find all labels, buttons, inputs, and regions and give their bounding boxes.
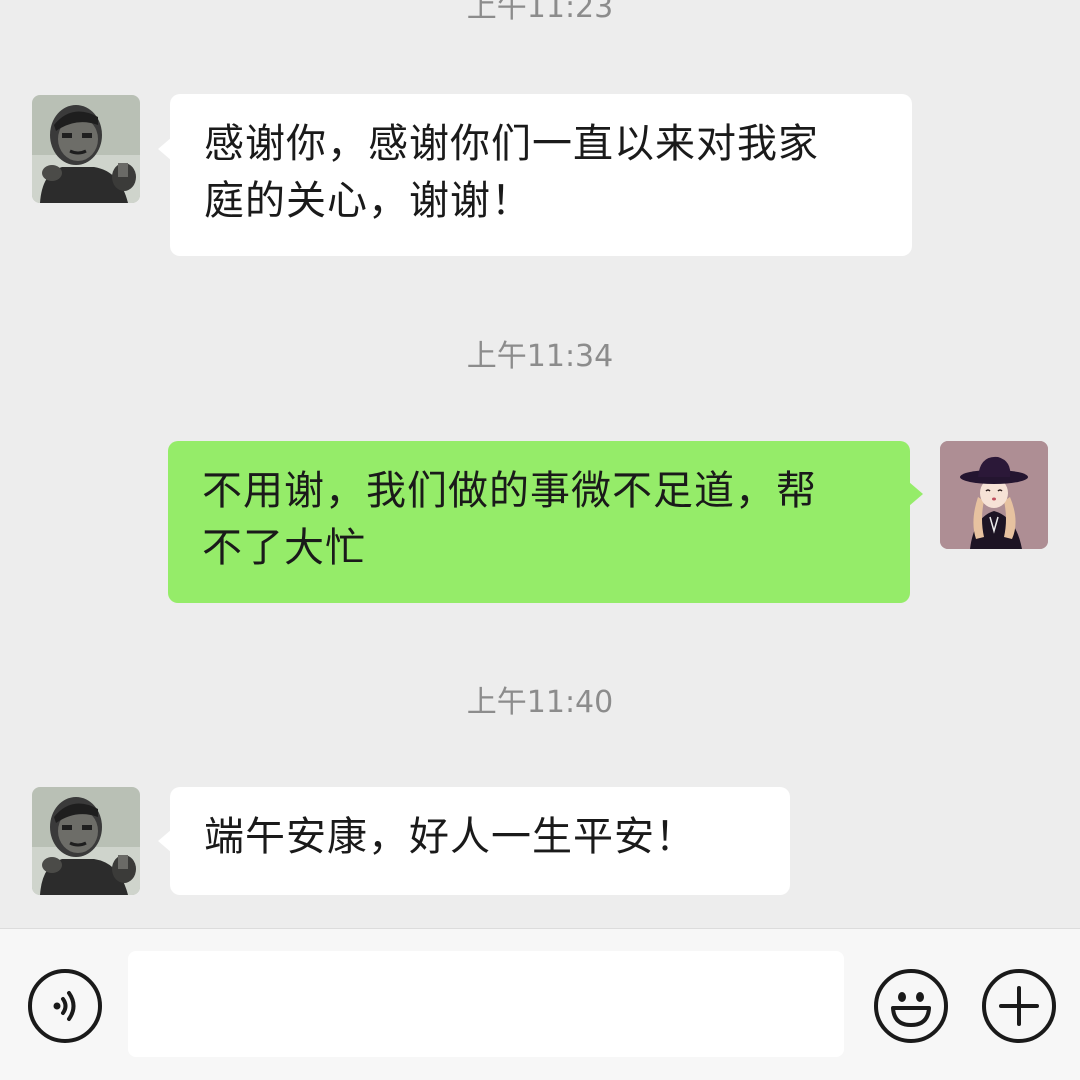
incoming-message-bubble[interactable]: 感谢你，感谢你们一直以来对我家 庭的关心，谢谢！	[170, 94, 912, 256]
girl-avatar-image	[940, 441, 1048, 549]
more-button[interactable]	[982, 969, 1056, 1043]
plus-icon	[999, 986, 1039, 1026]
message-line: 庭的关心，谢谢！	[204, 178, 532, 224]
contact-avatar[interactable]	[32, 787, 140, 895]
incoming-message-bubble[interactable]: 端午安康，好人一生平安！	[170, 787, 790, 895]
voice-button[interactable]	[28, 969, 102, 1043]
my-avatar[interactable]	[940, 441, 1048, 549]
message-line: 感谢你，感谢你们一直以来对我家	[204, 121, 819, 167]
timestamp: 上午11:23	[466, 0, 614, 25]
emoji-icon	[891, 992, 931, 1027]
contact-avatar[interactable]	[32, 95, 140, 203]
emoji-button[interactable]	[874, 969, 948, 1043]
man-avatar-image	[32, 95, 140, 203]
timestamp: 上午11:34	[466, 339, 614, 374]
message-line: 不用谢，我们做的事微不足道，帮	[202, 468, 817, 514]
man-avatar-image	[32, 787, 140, 895]
message-input[interactable]	[128, 951, 844, 1057]
bubble-tail	[909, 482, 923, 506]
message-line: 不了大忙	[202, 525, 366, 571]
voice-icon	[53, 991, 76, 1021]
input-bar	[0, 928, 1080, 1080]
chat-message-list[interactable]: 上午11:23 感谢你，感谢你们一直以来对我家 庭的关心，谢谢！ 上午11:34…	[0, 0, 1080, 928]
timestamp: 上午11:40	[466, 685, 614, 720]
message-line: 端午安康，好人一生平安！	[204, 814, 696, 860]
outgoing-message-bubble[interactable]: 不用谢，我们做的事微不足道，帮 不了大忙	[168, 441, 910, 603]
